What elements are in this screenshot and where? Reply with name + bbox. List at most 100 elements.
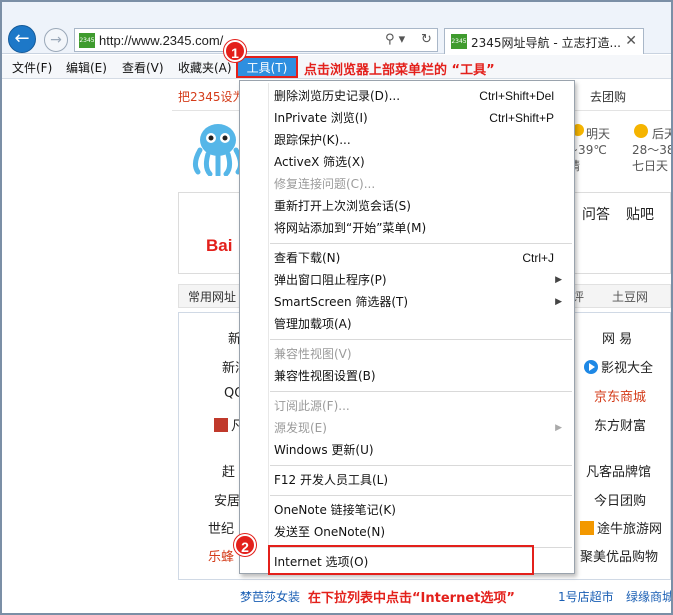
menu-separator [270, 339, 572, 340]
menu-separator [270, 495, 572, 496]
highlight-internet-options [268, 545, 534, 575]
menu-item-12[interactable]: 兼容性视图设置(B) [240, 365, 574, 387]
menu-item-label: 删除浏览历史记录(D)... [274, 89, 401, 103]
category-tudou[interactable]: 土豆网 [612, 288, 648, 305]
site-link-lvyuan[interactable]: 绿缘商城 [626, 588, 671, 605]
menu-view[interactable]: 查看(V) [122, 59, 164, 76]
menu-tools[interactable]: 工具(T) [236, 56, 298, 78]
menu-item-label: 弹出窗口阻止程序(P) [274, 273, 387, 287]
forward-arrow-icon: → [50, 32, 62, 48]
site-link-moonbasa[interactable]: 梦芭莎女装 [240, 588, 300, 605]
menu-item-label: 源发现(E) [274, 421, 327, 435]
menu-item-18[interactable]: 发送至 OneNote(N) [240, 521, 574, 543]
forward-button[interactable]: → [44, 28, 68, 52]
menu-item-label: 重新打开上次浏览会话(S) [274, 199, 411, 213]
weather-temp2: 28～38 [632, 143, 673, 157]
refresh-icon[interactable]: ↻ [421, 32, 432, 47]
submenu-arrow-icon: ▶ [555, 423, 562, 433]
menu-item-label: 订阅此源(F)... [274, 399, 350, 413]
site-link-jumei[interactable]: 聚美优品购物 [580, 546, 658, 565]
menu-item-3[interactable]: ActiveX 筛选(X) [240, 151, 574, 173]
weather-day2: 后天 [652, 127, 671, 141]
site-link[interactable]: 安居 [214, 490, 240, 509]
search-tab-qa[interactable]: 问答 [582, 204, 610, 224]
site-link-groupbuy[interactable]: 今日团购 [594, 490, 646, 509]
menu-item-13: 订阅此源(F)... [240, 395, 574, 417]
search-tab-tieba[interactable]: 贴吧 [626, 204, 654, 224]
menu-item-label: 兼容性视图(V) [274, 347, 352, 361]
menubar: 文件(F) 编辑(E) 查看(V) 收藏夹(A) 工具(T) 点击浏览器上部菜单… [2, 55, 671, 79]
address-url[interactable]: http://www.2345.com/ [99, 33, 223, 48]
menu-item-7[interactable]: 查看下载(N) Ctrl+J [240, 247, 574, 269]
site-link-eastmoney[interactable]: 东方财富 [594, 415, 646, 434]
site-link[interactable]: 乐蜂 [208, 546, 234, 565]
submenu-arrow-icon: ▶ [555, 275, 562, 285]
menu-separator [270, 243, 572, 244]
menu-item-shortcut: Ctrl+Shift+Del [479, 89, 554, 103]
play-icon [584, 360, 598, 374]
step2-badge: 2 [234, 534, 256, 556]
menu-item-1[interactable]: InPrivate 浏览(I) Ctrl+Shift+P [240, 107, 574, 129]
weather-cond2: 七日天 [632, 159, 669, 173]
annotation-step1: 点击浏览器上部菜单栏的 “工具” [304, 63, 495, 78]
menu-item-label: 修复连接问题(C)... [274, 177, 376, 191]
site-link-jd[interactable]: 京东商城 [594, 386, 646, 405]
step1-badge: 1 [224, 40, 246, 62]
site-link-netease[interactable]: 网 易 [602, 328, 632, 347]
browser-tab[interactable]: 2345 2345网址导航 - 立志打造... ✕ [444, 28, 644, 54]
menu-item-8[interactable]: 弹出窗口阻止程序(P) ▶ [240, 269, 574, 291]
weather-dayafter: 后天 28～38 七日天 [632, 126, 673, 174]
back-arrow-icon: ← [14, 28, 30, 49]
menu-item-label: 兼容性视图设置(B) [274, 369, 376, 383]
menu-separator [270, 465, 572, 466]
menu-item-9[interactable]: SmartScreen 筛选器(T) ▶ [240, 291, 574, 313]
group-buy-link[interactable]: 去团购 [590, 88, 626, 105]
menu-item-shortcut: Ctrl+Shift+P [489, 111, 554, 125]
site-link[interactable]: 赶 [222, 461, 235, 480]
menu-edit[interactable]: 编辑(E) [66, 59, 107, 76]
submenu-arrow-icon: ▶ [555, 297, 562, 307]
menu-item-15[interactable]: Windows 更新(U) [240, 439, 574, 461]
site-link[interactable]: 世纪 [208, 518, 234, 537]
site-link-video[interactable]: 影视大全 [584, 357, 653, 376]
search-dropdown-icon[interactable]: ⚲ ▾ [385, 32, 405, 47]
site-link-yhd[interactable]: 1号店超市 [558, 588, 614, 605]
menu-item-17[interactable]: OneNote 链接笔记(K) [240, 499, 574, 521]
menu-item-0[interactable]: 删除浏览历史记录(D)... Ctrl+Shift+Del [240, 85, 574, 107]
address-bar[interactable]: 2345 http://www.2345.com/ ⚲ ▾ ↻ [74, 28, 438, 52]
menu-item-label: OneNote 链接笔记(K) [274, 503, 396, 517]
menu-favorites[interactable]: 收藏夹(A) [178, 59, 232, 76]
menu-item-4: 修复连接问题(C)... [240, 173, 574, 195]
menu-item-label: 跟踪保护(K)... [274, 133, 351, 147]
menu-item-11: 兼容性视图(V) [240, 343, 574, 365]
tools-dropdown-menu: 删除浏览历史记录(D)... Ctrl+Shift+Del InPrivate 浏览… [239, 80, 575, 574]
menu-item-2[interactable]: 跟踪保护(K)... [240, 129, 574, 151]
annotation-step2: 在下拉列表中点击“Internet选项” [308, 591, 515, 606]
tab-close-icon[interactable]: ✕ [625, 33, 637, 49]
menu-item-label: Windows 更新(U) [274, 443, 374, 457]
menu-separator [270, 391, 572, 392]
site-link-vancl[interactable]: 凡客品牌馆 [586, 461, 651, 480]
browser-window: ← → 2345 http://www.2345.com/ ⚲ ▾ ↻ 2345… [0, 0, 673, 615]
menu-item-10[interactable]: 管理加载项(A) [240, 313, 574, 335]
menu-item-label: ActiveX 筛选(X) [274, 155, 365, 169]
baidu-logo: Bai [206, 236, 233, 255]
menu-item-label: 将网站添加到“开始”菜单(M) [274, 221, 427, 235]
menu-item-6[interactable]: 将网站添加到“开始”菜单(M) [240, 217, 574, 239]
site-link-tuniu[interactable]: 途牛旅游网 [580, 518, 662, 537]
menu-item-label: 查看下载(N) [274, 251, 341, 265]
category-common[interactable]: 常用网址 [188, 288, 236, 305]
menu-file[interactable]: 文件(F) [12, 59, 52, 76]
menu-item-shortcut: Ctrl+J [522, 251, 554, 265]
menu-item-14: 源发现(E) ▶ [240, 417, 574, 439]
menu-item-label: 管理加载项(A) [274, 317, 352, 331]
menu-item-label: F12 开发人员工具(L) [274, 473, 389, 487]
tab-favicon-icon: 2345 [451, 34, 467, 49]
menu-item-5[interactable]: 重新打开上次浏览会话(S) [240, 195, 574, 217]
back-button[interactable]: ← [8, 25, 36, 53]
menu-item-16[interactable]: F12 开发人员工具(L) [240, 469, 574, 491]
menu-item-label: SmartScreen 筛选器(T) [274, 295, 409, 309]
site-logo-icon [214, 418, 228, 432]
tuniu-icon [580, 521, 594, 535]
tab-title: 2345网址导航 - 立志打造... [471, 36, 621, 50]
